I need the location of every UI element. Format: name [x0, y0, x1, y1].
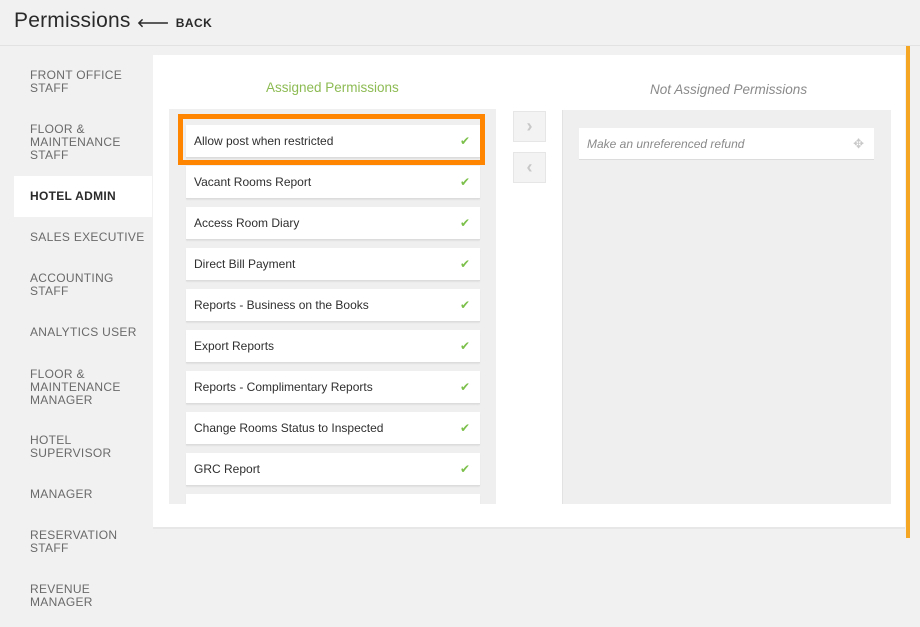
- check-icon: ✔: [459, 257, 470, 271]
- check-icon: ✔: [459, 421, 470, 435]
- chevron-left-icon: ‹: [526, 157, 533, 177]
- assigned-permission-item[interactable]: Reports - Complimentary Reports ✔: [186, 371, 480, 404]
- assigned-permission-item-partial[interactable]: [186, 494, 480, 504]
- permission-label: Access Room Diary: [194, 216, 300, 230]
- check-icon: ✔: [459, 380, 470, 394]
- permission-label: Change Rooms Status to Inspected: [194, 421, 384, 435]
- check-icon: ✔: [459, 216, 470, 230]
- move-handle-icon[interactable]: ✥: [853, 136, 864, 152]
- permission-label: Reports - Complimentary Reports: [194, 380, 373, 394]
- permission-label: Allow post when restricted: [194, 134, 334, 148]
- sidebar-item-label: RESERVATION STAFF: [30, 527, 118, 555]
- assigned-permission-item[interactable]: Access Room Diary ✔: [186, 207, 480, 240]
- assigned-permissions-list[interactable]: Allow post when restricted ✔ Vacant Room…: [169, 109, 496, 504]
- sidebar-item-label: ACCOUNTING STAFF: [30, 270, 114, 298]
- sidebar-item-analytics-user[interactable]: ANALYTICS USER: [14, 322, 152, 342]
- chevron-right-icon: ›: [526, 116, 533, 136]
- assign-arrow-button[interactable]: ›: [513, 111, 546, 142]
- permission-label: Export Reports: [194, 339, 275, 353]
- sidebar-item-label: MANAGER: [30, 486, 93, 501]
- assigned-permission-item[interactable]: Export Reports ✔: [186, 330, 480, 363]
- sidebar-item-label: SALES EXECUTIVE: [30, 229, 145, 244]
- permission-label: GRC Report: [194, 462, 261, 476]
- permission-label: Direct Bill Payment: [194, 257, 296, 271]
- check-icon: ✔: [459, 134, 470, 148]
- check-icon: ✔: [459, 298, 470, 312]
- sidebar-item-hotel-admin[interactable]: HOTEL ADMIN: [14, 176, 152, 217]
- permission-label: Reports - Business on the Books: [194, 298, 369, 312]
- sidebar-item-manager[interactable]: MANAGER: [14, 484, 152, 504]
- assigned-permissions-title: Assigned Permissions: [266, 80, 399, 95]
- sidebar-item-label: FRONT OFFICE STAFF: [30, 67, 123, 95]
- sidebar-item-front-office-staff[interactable]: FRONT OFFICE STAFF: [14, 65, 152, 98]
- check-icon: ✔: [459, 339, 470, 353]
- sidebar-item-label: HOTEL ADMIN: [30, 189, 116, 203]
- assigned-permission-item[interactable]: Direct Bill Payment ✔: [186, 248, 480, 281]
- sidebar-item-label: HOTEL SUPERVISOR: [30, 432, 112, 460]
- sidebar-item-floor-maintenance-staff[interactable]: FLOOR & MAINTENANCE STAFF: [14, 119, 152, 165]
- check-icon: ✔: [459, 462, 470, 476]
- assigned-permission-item[interactable]: Vacant Rooms Report ✔: [186, 166, 480, 199]
- sidebar-item-floor-maintenance-manager[interactable]: FLOOR & MAINTENANCE MANAGER: [14, 364, 152, 410]
- sidebar-item-label: ANALYTICS USER: [30, 324, 137, 339]
- sidebar-item-sales-executive[interactable]: SALES EXECUTIVE: [14, 227, 152, 247]
- assigned-permission-item[interactable]: Reports - Business on the Books ✔: [186, 289, 480, 322]
- back-label: BACK: [175, 16, 213, 30]
- page-header: Permissions 🡐 BACK: [0, 0, 920, 46]
- check-icon: ✔: [459, 175, 470, 189]
- not-assigned-permissions-list[interactable]: [562, 110, 891, 504]
- sidebar-item-label: FLOOR & MAINTENANCE MANAGER: [30, 366, 121, 407]
- assigned-permission-item[interactable]: GRC Report ✔: [186, 453, 480, 486]
- permission-label: Make an unreferenced refund: [587, 136, 745, 151]
- permission-label: Vacant Rooms Report: [194, 175, 312, 189]
- sidebar-item-revenue-manager[interactable]: REVENUE MANAGER: [14, 579, 152, 612]
- sidebar-item-hotel-supervisor[interactable]: HOTEL SUPERVISOR: [14, 430, 152, 463]
- back-button[interactable]: 🡐 BACK: [137, 16, 212, 30]
- unassigned-permission-item[interactable]: Make an unreferenced refund ✥: [579, 128, 874, 160]
- sidebar-item-label: REVENUE MANAGER: [30, 581, 93, 609]
- not-assigned-permissions-title: Not Assigned Permissions: [650, 82, 808, 97]
- unassign-arrow-button[interactable]: ‹: [513, 152, 546, 183]
- back-arrow-icon: 🡐: [137, 16, 170, 30]
- assigned-permission-item[interactable]: Change Rooms Status to Inspected ✔: [186, 412, 480, 445]
- sidebar-item-label: FLOOR & MAINTENANCE STAFF: [30, 121, 121, 162]
- page-title: Permissions: [14, 9, 131, 32]
- sidebar-item-accounting-staff[interactable]: ACCOUNTING STAFF: [14, 268, 152, 301]
- sidebar-item-reservation-staff[interactable]: RESERVATION STAFF: [14, 525, 152, 558]
- scrollbar[interactable]: [906, 46, 910, 538]
- assigned-permission-item[interactable]: Allow post when restricted ✔: [186, 125, 480, 158]
